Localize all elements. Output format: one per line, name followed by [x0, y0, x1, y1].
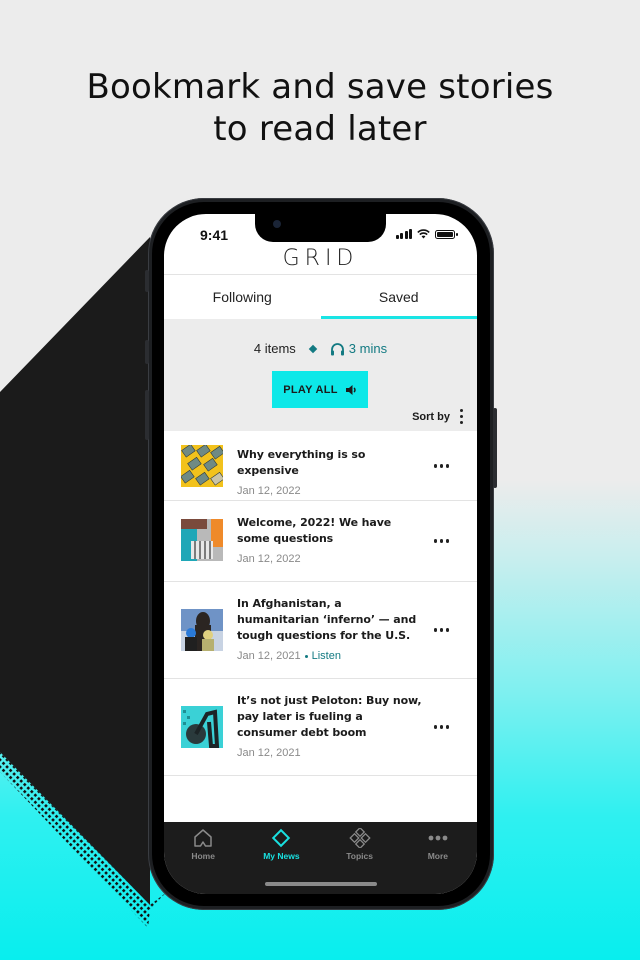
- tabbar-label: My News: [263, 851, 300, 861]
- home-icon: [194, 829, 212, 847]
- story-thumbnail: [181, 519, 223, 561]
- volume-down-button: [145, 390, 149, 440]
- saved-stories-list: Why everything is so expensive Jan 12, 2…: [164, 431, 477, 776]
- sort-by-label: Sort by: [412, 410, 450, 423]
- more-options-icon[interactable]: [433, 539, 449, 543]
- story-title: Welcome, 2022! We have some questions: [237, 516, 392, 545]
- story-title: In Afghanistan, a humanitarian ‘inferno’…: [237, 597, 417, 642]
- tab-bar-top: Following Saved: [164, 275, 477, 319]
- tab-following[interactable]: Following: [164, 275, 321, 319]
- collage-image: [181, 519, 223, 561]
- story-thumbnail: [181, 609, 223, 651]
- marketing-headline: Bookmark and save stories to read later: [0, 66, 640, 150]
- story-title: Why everything is so expensive: [237, 448, 366, 477]
- headline-line-1: Bookmark and save stories: [86, 67, 554, 107]
- speaker-icon: [345, 384, 356, 395]
- more-options-icon[interactable]: [433, 725, 449, 729]
- tabbar-label: Topics: [346, 851, 373, 861]
- money-stacks-image: [181, 445, 223, 487]
- more-options-icon[interactable]: [433, 464, 449, 468]
- tabbar-label: Home: [191, 851, 215, 861]
- separator-diamond-icon: [308, 344, 318, 353]
- play-all-button[interactable]: PLAY ALL: [272, 371, 368, 408]
- headline-line-2: to read later: [213, 109, 427, 149]
- signal-icon: [395, 229, 412, 239]
- tabbar-item-home[interactable]: Home: [164, 828, 242, 894]
- topics-icon: [348, 828, 371, 848]
- exercise-bike-image: [181, 706, 223, 748]
- story-date: Jan 12, 2022: [237, 485, 301, 497]
- volume-up-button: [145, 340, 149, 364]
- notch: [255, 214, 386, 242]
- tabbar-item-more[interactable]: More: [399, 828, 477, 894]
- listen-duration: 3 mins: [330, 341, 387, 356]
- story-title: It’s not just Peloton: Buy now, pay late…: [237, 694, 422, 739]
- bottom-tab-bar: Home My News Topics More: [164, 822, 477, 894]
- items-count: 4 items: [253, 341, 296, 356]
- story-date: Jan 12, 2021: [237, 747, 301, 759]
- battery-icon: [435, 230, 458, 239]
- headphones-icon: [330, 342, 344, 355]
- home-indicator[interactable]: [265, 882, 377, 886]
- silent-switch: [145, 270, 149, 292]
- more-options-icon[interactable]: [433, 628, 449, 632]
- story-date: Jan 12, 2022: [237, 553, 301, 565]
- story-item[interactable]: It’s not just Peloton: Buy now, pay late…: [164, 679, 477, 776]
- listen-link[interactable]: Listen: [312, 650, 341, 662]
- dark-diagonal-shape: [0, 237, 150, 905]
- sort-by-button[interactable]: Sort by: [412, 409, 463, 424]
- play-all-label: PLAY ALL: [283, 383, 338, 396]
- story-thumbnail: [181, 706, 223, 748]
- family-in-snow-image: [181, 609, 223, 651]
- story-date: Jan 12, 2021: [237, 650, 301, 662]
- app-screen: 9:41 GRID Following Saved 4 items 3 mins…: [164, 214, 477, 894]
- tab-saved[interactable]: Saved: [320, 275, 478, 319]
- story-item[interactable]: Why everything is so expensive Jan 12, 2…: [164, 431, 477, 501]
- power-button: [493, 408, 497, 488]
- app-logo: GRID: [282, 246, 359, 271]
- front-camera: [273, 220, 281, 228]
- listen-duration-text: 3 mins: [348, 341, 388, 356]
- kebab-menu-icon: [460, 409, 463, 424]
- story-thumbnail: [181, 445, 223, 487]
- more-icon: [428, 835, 448, 841]
- diamond-icon: [272, 828, 291, 848]
- story-item[interactable]: In Afghanistan, a humanitarian ‘inferno’…: [164, 582, 477, 679]
- wifi-icon: [417, 229, 430, 239]
- status-time: 9:41: [200, 227, 229, 243]
- meta-separator-dot: [304, 654, 308, 658]
- tabbar-label: More: [427, 851, 449, 861]
- saved-summary: 4 items 3 mins PLAY ALL Sort by: [164, 319, 477, 431]
- story-item[interactable]: Welcome, 2022! We have some questions Ja…: [164, 501, 477, 582]
